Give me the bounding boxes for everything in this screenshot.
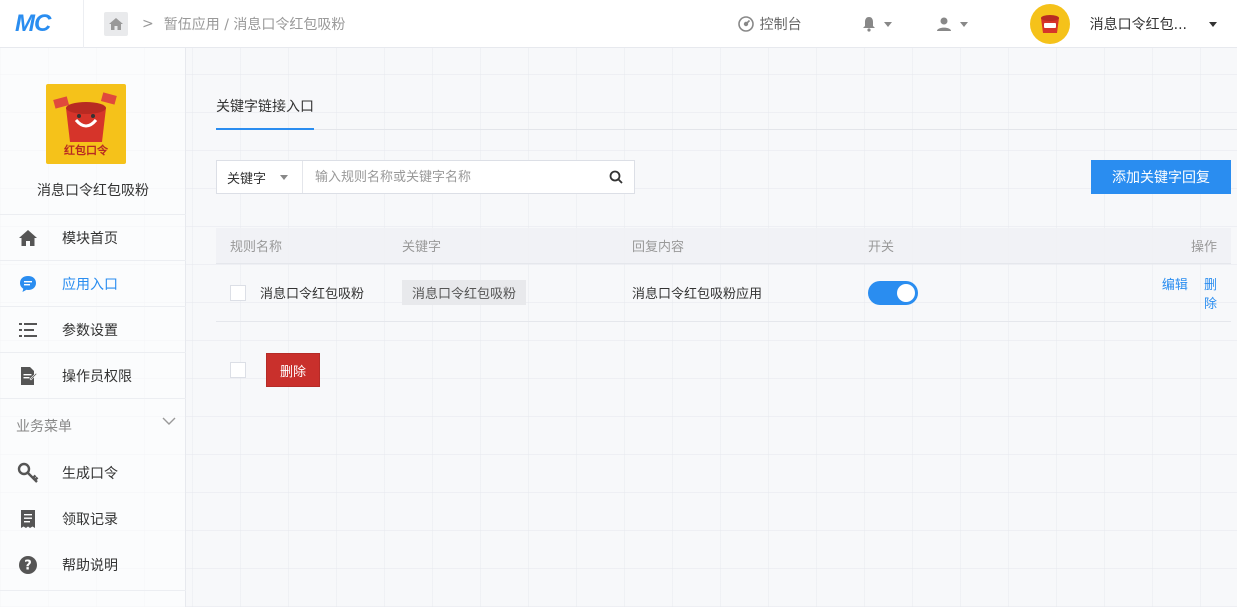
console-link[interactable]: 控制台 [737, 14, 802, 34]
chevron-down-icon[interactable] [1209, 21, 1217, 27]
sidebar-item-claim-records[interactable]: 领取记录 [0, 496, 186, 542]
sidebar-item-operator-permissions[interactable]: 操作员权限 [0, 352, 186, 398]
tab-bar: 关键字链接入口 [216, 78, 1237, 130]
sidebar-item-label: 生成口令 [62, 466, 118, 482]
sidebar-item-params[interactable]: 参数设置 [0, 306, 186, 352]
key-icon [17, 462, 39, 483]
sidebar-item-label: 帮助说明 [62, 558, 118, 574]
sidebar-item-module-home[interactable]: 模块首页 [0, 214, 186, 260]
reply-content: 消息口令红包吸粉应用 [632, 287, 763, 302]
tab-keyword-link-entry[interactable]: 关键字链接入口 [216, 78, 314, 130]
app-logo: 红包口令 [46, 84, 126, 164]
search-bar: 关键字 [216, 160, 635, 194]
search-icon[interactable] [598, 170, 634, 184]
chat-bubble-icon [20, 275, 36, 292]
sidebar-item-help[interactable]: ? 帮助说明 [0, 542, 186, 588]
table-row: 消息口令红包吸粉 消息口令红包吸粉 消息口令红包吸粉应用 编辑 删除 [216, 264, 1231, 322]
sidebar-item-label: 领取记录 [62, 512, 118, 528]
sidebar-item-label: 应用入口 [62, 276, 118, 293]
console-label: 控制台 [759, 17, 802, 33]
chevron-down-icon [883, 21, 892, 27]
add-keyword-reply-button[interactable]: 添加关键字回复 [1091, 160, 1231, 194]
search-type-label: 关键字 [227, 171, 267, 187]
search-input[interactable] [303, 161, 598, 193]
select-all-checkbox[interactable] [230, 362, 246, 378]
home-button[interactable] [104, 11, 128, 36]
account-dropdown[interactable] [936, 16, 968, 32]
app-logo-caption: 红包口令 [64, 144, 108, 157]
sidebar-item-label: 模块首页 [62, 230, 118, 247]
search-type-select[interactable]: 关键字 [217, 161, 303, 193]
receipt-icon [21, 510, 35, 528]
col-header-keyword: 关键字 [402, 240, 442, 255]
enable-toggle[interactable] [868, 280, 918, 305]
red-envelope-mascot-icon [1040, 15, 1059, 33]
home-icon [109, 17, 123, 30]
bulk-actions: 删除 [216, 353, 320, 387]
biz-menu-title: 业务菜单 [16, 419, 72, 435]
sidebar: 红包口令 消息口令红包吸粉 模块首页 应用入口 参数设置 操作员权限 业务菜单 … [0, 48, 186, 607]
document-edit-icon [21, 366, 37, 385]
avatar[interactable] [1029, 4, 1070, 44]
main-content: 关键字链接入口 关键字 添加关键字回复 规则名称 关键字 回复内容 开关 操作 … [186, 48, 1237, 607]
edit-link[interactable]: 编辑 [1162, 278, 1188, 293]
question-icon: ? [19, 556, 37, 574]
user-name[interactable]: 消息口令红包... [1090, 14, 1187, 34]
breadcrumb-separator: / [224, 16, 229, 33]
row-checkbox[interactable] [230, 284, 246, 301]
sidebar-item-generate-code[interactable]: 生成口令 [0, 450, 186, 496]
col-header-switch: 开关 [868, 240, 895, 255]
user-icon [936, 17, 951, 31]
sidebar-item-label: 参数设置 [62, 322, 118, 339]
rules-table: 规则名称 关键字 回复内容 开关 操作 消息口令红包吸粉 消息口令红包吸粉 消息… [216, 228, 1231, 322]
top-bar: MC > 暂伍应用 / 消息口令红包吸粉 控制台 消息口令红包... [0, 0, 1237, 48]
chevron-down-icon[interactable] [162, 416, 176, 426]
chevron-down-icon [959, 21, 968, 27]
col-header-rule-name: 规则名称 [230, 240, 283, 255]
keyword-tag: 消息口令红包吸粉 [402, 280, 527, 305]
table-header: 规则名称 关键字 回复内容 开关 操作 [216, 228, 1231, 264]
delete-link[interactable]: 删除 [1204, 278, 1217, 312]
home-icon [19, 229, 37, 246]
breadcrumb: 暂伍应用 / 消息口令红包吸粉 [164, 14, 346, 34]
breadcrumb-current: 消息口令红包吸粉 [233, 16, 346, 33]
col-header-reply: 回复内容 [632, 240, 685, 255]
chevron-down-icon [280, 174, 289, 180]
dashboard-gauge-icon [737, 16, 754, 32]
bell-icon [862, 17, 875, 32]
brand-logo[interactable]: MC [0, 0, 84, 48]
breadcrumb-chevron-icon: > [142, 15, 154, 32]
notifications-dropdown[interactable] [862, 16, 892, 32]
bulk-delete-button[interactable]: 删除 [266, 353, 320, 387]
rule-name: 消息口令红包吸粉 [260, 287, 365, 302]
sidebar-item-label: 操作员权限 [62, 368, 132, 385]
list-settings-icon [19, 322, 37, 337]
sidebar-item-app-entry[interactable]: 应用入口 [0, 260, 186, 306]
app-name: 消息口令红包吸粉 [37, 183, 149, 199]
breadcrumb-parent[interactable]: 暂伍应用 [164, 17, 220, 33]
col-header-actions: 操作 [1190, 240, 1217, 255]
svg-text:?: ? [24, 559, 32, 574]
